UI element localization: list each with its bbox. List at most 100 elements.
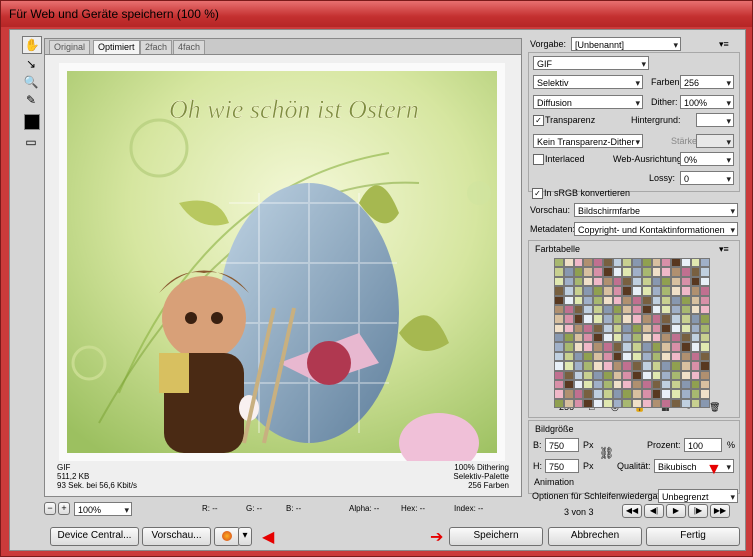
zoom-in-button[interactable]: + xyxy=(58,502,70,515)
color-swatch[interactable] xyxy=(641,286,652,296)
color-swatch[interactable] xyxy=(554,351,564,362)
color-swatch[interactable] xyxy=(680,286,691,296)
color-swatch[interactable] xyxy=(573,323,584,333)
color-swatch[interactable] xyxy=(583,333,593,343)
color-swatch[interactable] xyxy=(641,295,652,305)
color-swatch[interactable] xyxy=(651,258,662,268)
color-swatch[interactable] xyxy=(554,276,564,287)
color-swatch[interactable] xyxy=(700,276,710,287)
color-swatch[interactable] xyxy=(563,304,574,315)
color-swatch[interactable] xyxy=(554,304,564,315)
optimized-image-preview[interactable]: Oh wie schön ist Ostern xyxy=(59,63,505,461)
color-swatch[interactable] xyxy=(612,276,623,287)
color-swatch[interactable] xyxy=(554,389,564,399)
color-swatch[interactable] xyxy=(583,286,593,296)
previous-frame-button[interactable]: ◀| xyxy=(644,504,664,518)
color-swatch[interactable] xyxy=(593,398,603,408)
color-swatch[interactable] xyxy=(680,351,691,362)
color-swatch[interactable] xyxy=(651,323,662,333)
color-swatch[interactable] xyxy=(602,323,613,333)
color-swatch[interactable] xyxy=(583,295,593,305)
color-swatch[interactable] xyxy=(661,361,671,371)
color-swatch[interactable] xyxy=(602,379,613,390)
color-swatch[interactable] xyxy=(612,370,623,380)
color-swatch[interactable] xyxy=(632,333,642,343)
color-swatch[interactable] xyxy=(700,370,710,380)
color-swatch[interactable] xyxy=(554,267,564,277)
toggle-slices-icon[interactable]: ▭ xyxy=(22,134,40,150)
dither-amount-field[interactable]: 100% xyxy=(680,95,734,110)
color-swatch[interactable] xyxy=(554,361,564,371)
color-swatch[interactable] xyxy=(554,323,564,333)
color-swatch[interactable] xyxy=(641,398,652,408)
color-swatch[interactable] xyxy=(563,258,574,268)
color-swatch[interactable] xyxy=(680,379,691,390)
color-swatch[interactable] xyxy=(641,276,652,287)
eyedropper-color-swatch[interactable] xyxy=(24,114,40,130)
color-swatch[interactable] xyxy=(690,351,701,362)
color-swatch[interactable] xyxy=(563,342,574,352)
color-table-grid[interactable] xyxy=(554,258,710,408)
color-swatch[interactable] xyxy=(671,389,681,399)
color-swatch[interactable] xyxy=(622,258,632,268)
color-swatch[interactable] xyxy=(680,333,691,343)
color-swatch[interactable] xyxy=(641,351,652,362)
color-swatch[interactable] xyxy=(602,389,613,399)
color-swatch[interactable] xyxy=(700,258,710,268)
color-swatch[interactable] xyxy=(593,295,603,305)
color-swatch[interactable] xyxy=(671,276,681,287)
preview-button[interactable]: Vorschau... xyxy=(142,527,211,546)
color-swatch[interactable] xyxy=(612,304,623,315)
color-swatch[interactable] xyxy=(632,323,642,333)
color-swatch[interactable] xyxy=(661,379,671,390)
color-swatch[interactable] xyxy=(554,333,564,343)
color-swatch[interactable] xyxy=(622,295,632,305)
color-swatch[interactable] xyxy=(700,286,710,296)
color-swatch[interactable] xyxy=(583,361,593,371)
transparency-dither-dropdown[interactable]: Kein Transparenz-Dither xyxy=(533,134,643,149)
color-swatch[interactable] xyxy=(661,286,671,296)
color-swatch[interactable] xyxy=(554,370,564,380)
color-swatch[interactable] xyxy=(622,276,632,287)
color-swatch[interactable] xyxy=(651,295,662,305)
color-swatch[interactable] xyxy=(554,342,564,352)
color-swatch[interactable] xyxy=(612,323,623,333)
color-swatch[interactable] xyxy=(651,351,662,362)
color-swatch[interactable] xyxy=(573,370,584,380)
color-swatch[interactable] xyxy=(680,258,691,268)
color-swatch[interactable] xyxy=(671,370,681,380)
color-swatch[interactable] xyxy=(593,361,603,371)
color-swatch[interactable] xyxy=(690,398,701,408)
color-swatch[interactable] xyxy=(573,286,584,296)
color-swatch[interactable] xyxy=(612,379,623,390)
color-swatch[interactable] xyxy=(632,379,642,390)
color-swatch[interactable] xyxy=(563,314,574,324)
color-swatch[interactable] xyxy=(651,379,662,390)
first-frame-button[interactable]: ◀◀ xyxy=(622,504,642,518)
color-swatch[interactable] xyxy=(622,286,632,296)
tab-optimized[interactable]: Optimiert xyxy=(93,40,140,54)
color-swatch[interactable] xyxy=(690,389,701,399)
color-swatch[interactable] xyxy=(612,389,623,399)
matte-dropdown[interactable] xyxy=(696,113,734,128)
color-swatch[interactable] xyxy=(641,323,652,333)
color-swatch[interactable] xyxy=(602,361,613,371)
color-swatch[interactable] xyxy=(612,333,623,343)
color-swatch[interactable] xyxy=(690,361,701,371)
color-swatch[interactable] xyxy=(593,276,603,287)
hand-tool-icon[interactable]: ✋ xyxy=(22,36,42,54)
color-swatch[interactable] xyxy=(661,398,671,408)
color-swatch[interactable] xyxy=(700,361,710,371)
color-swatch[interactable] xyxy=(632,258,642,268)
color-swatch[interactable] xyxy=(632,295,642,305)
color-swatch[interactable] xyxy=(554,379,564,390)
color-swatch[interactable] xyxy=(602,267,613,277)
color-swatch[interactable] xyxy=(641,342,652,352)
color-swatch[interactable] xyxy=(573,304,584,315)
color-swatch[interactable] xyxy=(671,379,681,390)
color-swatch[interactable] xyxy=(602,276,613,287)
color-swatch[interactable] xyxy=(554,258,564,268)
color-swatch[interactable] xyxy=(612,258,623,268)
color-swatch[interactable] xyxy=(651,314,662,324)
color-swatch[interactable] xyxy=(593,389,603,399)
